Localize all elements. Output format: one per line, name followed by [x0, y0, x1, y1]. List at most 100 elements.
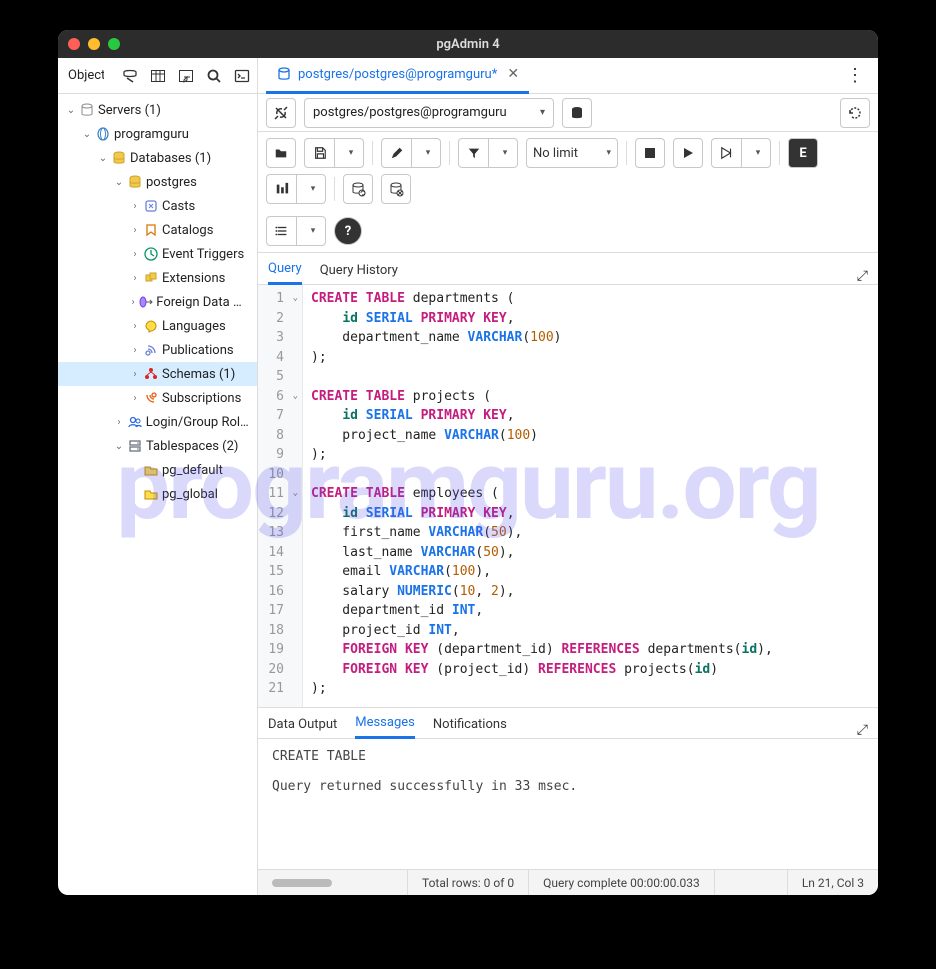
edit-button[interactable] [381, 138, 411, 168]
tree-item[interactable]: pg_global [58, 482, 257, 506]
languages-icon [142, 318, 160, 334]
limit-select[interactable]: No limit▾ [526, 138, 618, 168]
expand-icon[interactable]: ⤢ [857, 268, 868, 284]
scratch-pad-button[interactable] [266, 216, 296, 246]
object-tree[interactable]: ⌄Servers (1)⌄programguru⌄Databases (1)⌄p… [58, 94, 257, 895]
macro-2-button[interactable] [381, 174, 411, 204]
tab-query[interactable]: Query [268, 255, 302, 285]
sql-editor[interactable]: 1⌄23456⌄7891011⌄12131415161718192021 CRE… [258, 285, 878, 707]
expand-output-icon[interactable]: ⤢ [857, 722, 868, 738]
tree-item[interactable]: ⌄postgres [58, 170, 257, 194]
commit-caret[interactable]: ▾ [296, 174, 326, 204]
schemas-icon [142, 366, 160, 382]
editor-tab[interactable]: postgres/postgres@programguru* ✕ [266, 58, 529, 94]
tree-item[interactable]: ›Subscriptions [58, 386, 257, 410]
tree-item-label: Schemas (1) [162, 367, 235, 382]
connection-status-button[interactable] [266, 98, 296, 128]
tree-item-label: Catalogs [162, 223, 213, 238]
tree-item[interactable]: ⌄Servers (1) [58, 98, 257, 122]
filter-button[interactable] [458, 138, 488, 168]
messages-output: CREATE TABLE Query returned successfully… [258, 739, 878, 869]
event-icon [142, 246, 160, 262]
database-icon [276, 66, 292, 82]
explain-caret[interactable]: ▾ [741, 138, 771, 168]
new-connection-button[interactable] [562, 98, 592, 128]
sidebar-tab-object[interactable]: Object [64, 66, 104, 85]
tree-item-label: Extensions [162, 271, 225, 286]
titlebar: pgAdmin 4 [58, 30, 878, 58]
tree-item-label: Publications [162, 343, 234, 358]
tree-item[interactable]: ›Foreign Data Wrappers [58, 290, 257, 314]
connection-selector[interactable]: postgres/postgres@programguru ▾ [304, 98, 554, 128]
extensions-icon [142, 270, 160, 286]
status-scrollbar [258, 870, 408, 895]
kebab-menu-icon[interactable]: ⋮ [840, 65, 870, 86]
tree-item[interactable]: ›Casts [58, 194, 257, 218]
help-button[interactable]: ? [334, 217, 362, 245]
tree-item[interactable]: ⌄Databases (1) [58, 146, 257, 170]
reset-layout-button[interactable] [840, 98, 870, 128]
tree-item-label: Databases (1) [130, 151, 211, 166]
fdw-icon [138, 294, 154, 310]
query-tool-icon[interactable] [121, 67, 139, 85]
tree-item[interactable]: ›Login/Group Roles [58, 410, 257, 434]
tablespace-icon [142, 462, 160, 478]
filter-caret[interactable]: ▾ [488, 138, 518, 168]
tree-item[interactable]: ›Event Triggers [58, 242, 257, 266]
tablespace-icon [142, 486, 160, 502]
roles-icon [126, 414, 144, 430]
close-icon[interactable]: ✕ [507, 66, 519, 82]
tree-item[interactable]: ›Catalogs [58, 218, 257, 242]
servers-icon [78, 102, 96, 118]
tablespaces-icon [126, 438, 144, 454]
explain-button[interactable] [711, 138, 741, 168]
edit-caret[interactable]: ▾ [411, 138, 441, 168]
open-file-button[interactable] [266, 138, 296, 168]
tree-item-label: Subscriptions [162, 391, 241, 406]
filter-rows-icon[interactable] [177, 67, 195, 85]
execute-button[interactable] [673, 138, 703, 168]
database-group-icon [110, 150, 128, 166]
connection-text: postgres/postgres@programguru [313, 105, 540, 120]
commit-button[interactable] [266, 174, 296, 204]
scratch-pad-caret[interactable]: ▾ [296, 216, 326, 246]
tree-item[interactable]: pg_default [58, 458, 257, 482]
tab-messages[interactable]: Messages [355, 709, 415, 739]
tree-item-label: Foreign Data Wrappers [156, 295, 253, 310]
explain-analyze-button[interactable]: E [788, 138, 818, 168]
window-title: pgAdmin 4 [58, 37, 878, 52]
tree-item-label: Login/Group Roles [146, 415, 253, 430]
search-icon[interactable] [205, 67, 223, 85]
tab-notifications[interactable]: Notifications [433, 711, 507, 738]
status-cursor: Ln 21, Col 3 [787, 870, 878, 895]
server-icon [94, 126, 112, 142]
tab-query-history[interactable]: Query History [320, 257, 398, 284]
tree-item-label: pg_global [162, 487, 218, 502]
tab-data-output[interactable]: Data Output [268, 711, 337, 738]
database-icon [126, 174, 144, 190]
tree-item-label: Tablespaces (2) [146, 439, 238, 454]
tree-item-label: Event Triggers [162, 247, 244, 262]
tree-item-label: postgres [146, 175, 197, 190]
stop-button[interactable] [635, 138, 665, 168]
tree-item-label: Languages [162, 319, 226, 334]
tree-item[interactable]: ›Publications [58, 338, 257, 362]
editor-tab-label: postgres/postgres@programguru* [298, 67, 497, 82]
tree-item-label: Servers (1) [98, 103, 161, 118]
status-complete: Query complete 00:00:00.033 [529, 870, 715, 895]
limit-label: No limit [533, 146, 578, 161]
subscriptions-icon [142, 390, 160, 406]
casts-icon [142, 198, 160, 214]
publications-icon [142, 342, 160, 358]
tree-item[interactable]: ›Schemas (1) [58, 362, 257, 386]
tree-item-label: Casts [162, 199, 195, 214]
tree-item[interactable]: ›Languages [58, 314, 257, 338]
macro-1-button[interactable] [343, 174, 373, 204]
save-file-caret[interactable]: ▾ [334, 138, 364, 168]
view-data-icon[interactable] [149, 67, 167, 85]
psql-icon[interactable] [233, 67, 251, 85]
save-file-button[interactable] [304, 138, 334, 168]
tree-item[interactable]: ⌄Tablespaces (2) [58, 434, 257, 458]
tree-item[interactable]: ›Extensions [58, 266, 257, 290]
tree-item[interactable]: ⌄programguru [58, 122, 257, 146]
